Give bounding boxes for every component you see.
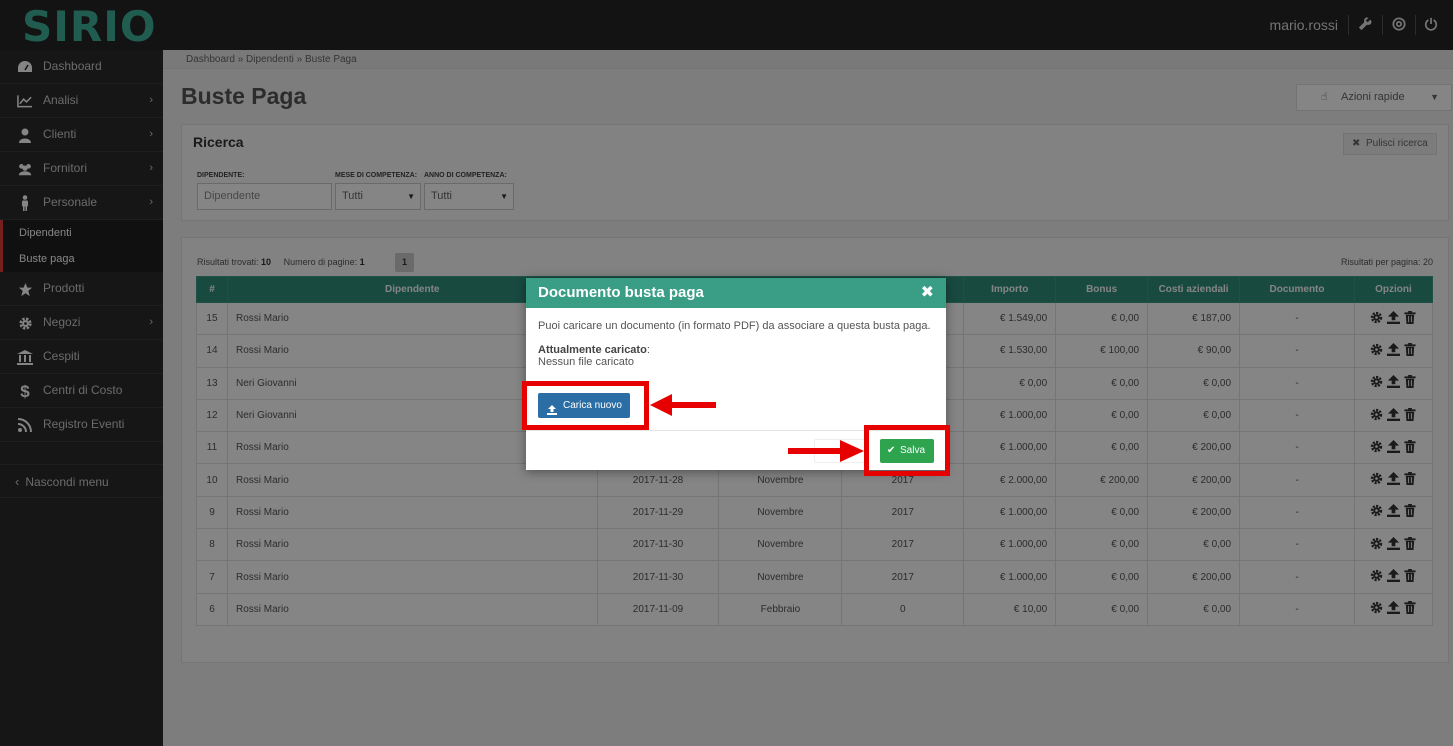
close-icon[interactable]: ✖	[921, 278, 934, 308]
highlight-upload-box	[522, 381, 649, 430]
modal-title: Documento busta paga	[538, 284, 704, 301]
modal-header: Documento busta paga ✖	[526, 278, 946, 308]
arrow-left-icon	[650, 394, 716, 416]
highlight-save-box	[864, 425, 950, 476]
current-file-row: Attualmente caricato:	[538, 344, 650, 356]
modal-body: Puoi caricare un documento (in formato P…	[526, 308, 946, 368]
arrow-right-icon	[788, 440, 864, 462]
current-file-label: Attualmente caricato	[538, 344, 647, 356]
modal-description: Puoi caricare un documento (in formato P…	[538, 320, 931, 332]
current-file-value: Nessun file caricato	[538, 356, 634, 368]
